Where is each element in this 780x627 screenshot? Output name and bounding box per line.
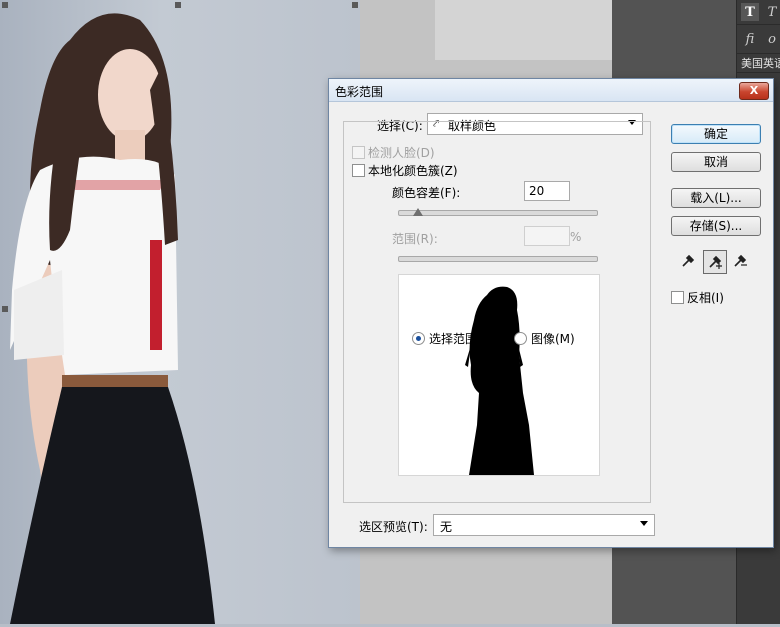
panel-row-ligatures: fi o	[737, 25, 780, 54]
range-label: 范围(R):	[392, 232, 438, 246]
canvas-pasteboard-top	[435, 0, 612, 60]
language-selector[interactable]: 美国英语	[741, 55, 780, 71]
invert-label: 反相(I)	[687, 291, 724, 305]
fuzziness-label: 颜色容差(F):	[392, 186, 461, 200]
eyedropper-plus-icon[interactable]	[703, 250, 727, 274]
eyedropper-icon[interactable]	[677, 250, 699, 272]
range-input[interactable]	[524, 226, 570, 246]
checkbox-box	[671, 291, 684, 304]
view-image-radio[interactable]: 图像(M)	[514, 330, 575, 347]
transform-handle[interactable]	[175, 2, 181, 8]
view-selection-label: 选择范围(E)	[429, 332, 494, 346]
fuzziness-input[interactable]: 20	[524, 181, 570, 201]
transform-handle[interactable]	[2, 2, 8, 8]
photo-canvas[interactable]	[0, 0, 360, 624]
panel-row-language: 美国英语	[737, 54, 780, 73]
checkbox-box	[352, 164, 365, 177]
transform-handle[interactable]	[2, 306, 8, 312]
close-button[interactable]: X	[739, 82, 769, 100]
view-image-label: 图像(M)	[531, 332, 575, 346]
ok-button[interactable]: 确定	[671, 124, 761, 144]
range-unit: %	[570, 230, 582, 244]
checkbox-box	[352, 146, 365, 159]
radio-dot	[514, 332, 527, 345]
selection-group: 检测人脸(D) 本地化颜色簇(Z) 颜色容差(F): 20 范围(R): % 选…	[343, 121, 651, 503]
silhouette-mask	[465, 286, 534, 475]
load-button[interactable]: 载入(L)...	[671, 188, 761, 208]
selection-preview-dropdown[interactable]: 无	[433, 514, 655, 536]
save-button[interactable]: 存储(S)...	[671, 216, 761, 236]
detect-faces-label: 检测人脸(D)	[368, 146, 435, 160]
localized-clusters-label: 本地化颜色簇(Z)	[368, 164, 458, 178]
fuzziness-slider[interactable]	[398, 210, 598, 216]
dialog-titlebar[interactable]: 色彩范围 X	[329, 79, 773, 102]
vertical-text-tool-icon[interactable]: T	[763, 3, 780, 21]
dialog-title: 色彩范围	[335, 85, 384, 99]
selection-preview-value: 无	[440, 520, 453, 534]
cancel-button[interactable]: 取消	[671, 152, 761, 172]
chevron-down-icon	[640, 521, 648, 526]
color-range-dialog: 色彩范围 X 选择(C): ⤤ 取样颜色 检测人脸(D) 本地化颜色簇(Z) 颜…	[328, 78, 774, 548]
panel-row-text-tools: T T	[737, 0, 780, 25]
woman-photo	[10, 13, 215, 624]
range-slider[interactable]	[398, 256, 598, 262]
selection-preview-label: 选区预览(T):	[359, 520, 428, 534]
radio-dot	[412, 332, 425, 345]
detect-faces-checkbox[interactable]: 检测人脸(D)	[352, 144, 435, 161]
eyedropper-minus-icon[interactable]	[729, 250, 751, 272]
invert-checkbox[interactable]: 反相(I)	[671, 289, 724, 306]
fuzziness-slider-thumb[interactable]	[412, 208, 423, 216]
discretionary-ligature-icon[interactable]: o	[763, 30, 780, 48]
text-tool-icon[interactable]: T	[741, 3, 759, 21]
localized-clusters-checkbox[interactable]: 本地化颜色簇(Z)	[352, 162, 458, 179]
ligature-icon[interactable]: fi	[741, 30, 759, 48]
view-selection-radio[interactable]: 选择范围(E)	[412, 330, 494, 347]
transform-handle[interactable]	[352, 2, 358, 8]
selection-preview[interactable]	[398, 274, 600, 476]
